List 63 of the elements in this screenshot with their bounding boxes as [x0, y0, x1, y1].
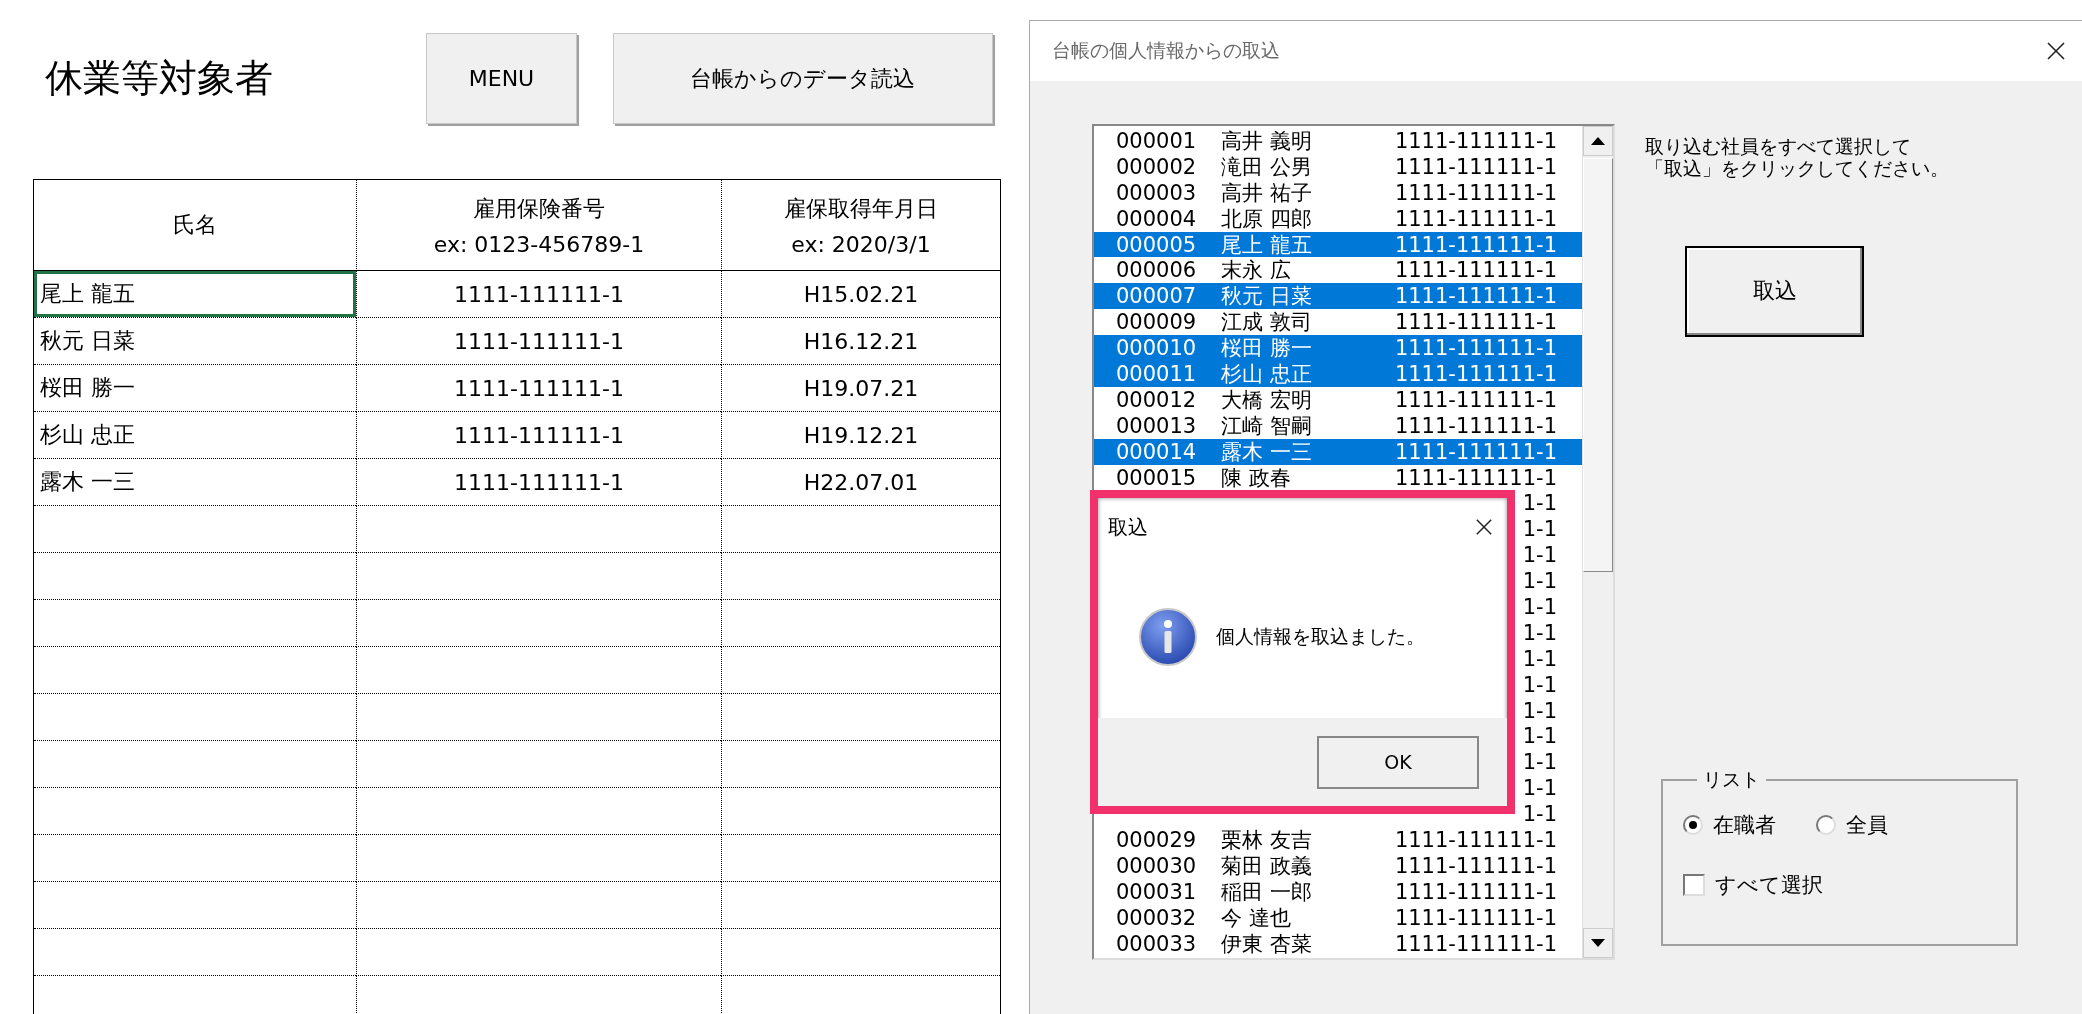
message-box-title: 取込	[1108, 513, 1148, 541]
list-item[interactable]: 000006 末永 広 1111-111111-1	[1094, 257, 1582, 284]
table-cell: H19.07.21	[721, 365, 1000, 412]
sheet-title: 休業等対象者	[45, 55, 274, 102]
list-item[interactable]: 000010 桜田 勝一 1111-111111-1	[1094, 335, 1582, 361]
table-cell: H19.12.21	[721, 412, 1000, 459]
list-item[interactable]: 000033 伊東 杏菜 1111-111111-1	[1094, 930, 1582, 957]
column-header: 氏名	[173, 211, 217, 239]
close-icon[interactable]	[1475, 518, 1493, 536]
list-item[interactable]: 000002 滝田 公男 1111-111111-1	[1094, 153, 1582, 180]
list-item[interactable]: 000003 高井 祐子 1111-111111-1	[1094, 179, 1582, 206]
instruction-text: 取り込む社員をすべて選択して	[1645, 136, 1912, 158]
table-cell: H16.12.21	[721, 318, 1000, 365]
list-item[interactable]: 000007 秋元 日菜 1111-111111-1	[1094, 283, 1582, 310]
checkbox-label: すべて選択	[1715, 871, 1823, 899]
group-label: リスト	[1702, 766, 1761, 792]
list-item[interactable]: 000001 高井 義明 1111-111111-1	[1094, 128, 1582, 154]
table-cell: 秋元 日菜	[34, 318, 356, 365]
ok-button[interactable]: OK	[1317, 735, 1479, 789]
message-text: 個人情報を取込ました。	[1216, 624, 1425, 649]
instruction-text: 「取込」をクリックしてください。	[1645, 157, 1950, 180]
list-item[interactable]: 000031 稲田 一郎 1111-111111-1	[1094, 878, 1582, 905]
table-cell: H22.07.01	[721, 459, 1000, 506]
column-header: 雇用保険番号	[473, 194, 605, 223]
list-item[interactable]: 000012 大橋 宏明 1111-111111-1	[1094, 386, 1582, 413]
list-item[interactable]: 000029 栗林 友吉 1111-111111-1	[1094, 827, 1582, 853]
import-data-button[interactable]: 台帳からのデータ読込	[612, 33, 993, 124]
info-icon	[1138, 607, 1198, 667]
list-item[interactable]: 000004 北原 四郎 1111-111111-1	[1094, 205, 1582, 232]
table-cell: 1111-111111-1	[356, 412, 721, 459]
list-item[interactable]: 000032 今 達也 1111-111111-1	[1094, 904, 1582, 931]
table-cell: 1111-111111-1	[356, 459, 721, 506]
table-cell: 尾上 龍五	[34, 271, 356, 318]
table-cell: 1111-111111-1	[356, 318, 721, 365]
table-cell: H15.02.21	[721, 271, 1000, 318]
column-hint: ex: 0123-456789-1	[433, 231, 645, 257]
table-cell: 露木 一三	[34, 459, 356, 506]
table-cell: 1111-111111-1	[356, 271, 721, 318]
list-item[interactable]: 000009 江成 敦司 1111-111111-1	[1094, 309, 1582, 336]
window-title: 台帳の個人情報からの取込	[1052, 38, 1280, 63]
radio-label: 在職者	[1713, 811, 1776, 839]
list-item[interactable]: 000005 尾上 龍五 1111-111111-1	[1094, 231, 1582, 258]
column-hint: ex: 2020/3/1	[791, 231, 931, 257]
column-header: 雇保取得年月日	[784, 194, 938, 223]
radio-button[interactable]	[1683, 814, 1703, 835]
list-item[interactable]: 000014 露木 一三 1111-111111-1	[1094, 438, 1582, 465]
scroll-down-button[interactable]	[1583, 928, 1613, 958]
radio-button[interactable]	[1816, 814, 1836, 835]
list-item[interactable]: 000013 江崎 智嗣 1111-111111-1	[1094, 412, 1582, 439]
checkbox[interactable]	[1683, 873, 1705, 896]
import-button[interactable]: 取込	[1685, 245, 1864, 337]
up-arrow-icon	[1591, 137, 1605, 145]
radio-label: 全員	[1846, 811, 1888, 839]
close-icon[interactable]	[2046, 41, 2066, 61]
down-arrow-icon	[1591, 939, 1605, 947]
scroll-up-button[interactable]	[1583, 126, 1613, 156]
table-cell: 桜田 勝一	[34, 365, 356, 412]
list-item[interactable]: 000030 菊田 政義 1111-111111-1	[1094, 852, 1582, 879]
menu-button[interactable]: MENU	[426, 33, 577, 124]
list-item[interactable]: 000015 陳 政春 1111-111111-1	[1094, 464, 1582, 491]
table-cell: 1111-111111-1	[356, 365, 721, 412]
table-cell: 杉山 忠正	[34, 412, 356, 459]
list-item[interactable]: 000011 杉山 忠正 1111-111111-1	[1094, 361, 1582, 387]
